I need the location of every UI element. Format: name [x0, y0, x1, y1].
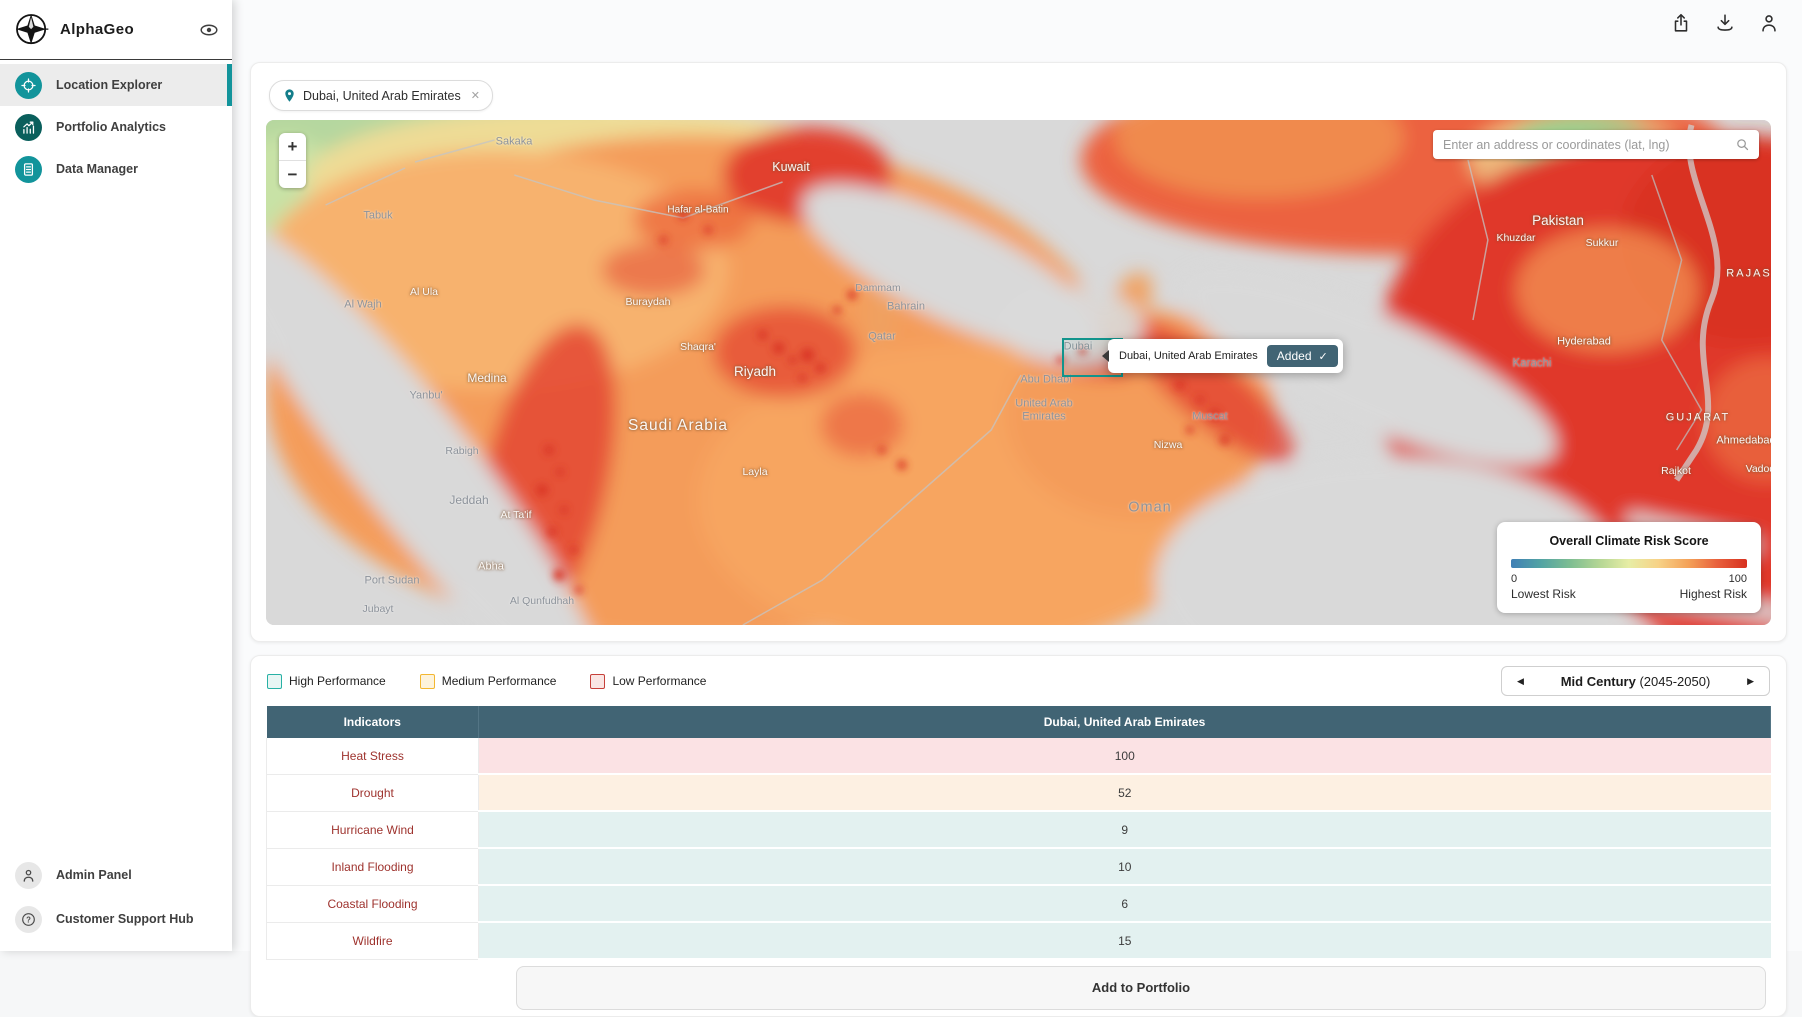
document-icon [15, 155, 42, 183]
low-performance-swatch [590, 673, 606, 689]
indicator-cell: Hurricane Wind [266, 811, 479, 849]
added-button[interactable]: Added ✓ [1266, 345, 1338, 367]
sidebar-item-label: Admin Panel [56, 868, 132, 882]
legend-item-label: Low Performance [612, 674, 707, 688]
risk-score-legend: Overall Climate Risk Score 0 100 Lowest … [1497, 522, 1761, 613]
sidebar-item-label: Location Explorer [56, 78, 163, 92]
table-row: Inland Flooding 10 [266, 848, 1771, 886]
share-icon[interactable] [1670, 12, 1692, 34]
next-period-icon[interactable]: ▶ [1744, 674, 1757, 689]
legend-item-label: High Performance [289, 674, 386, 688]
location-chip[interactable]: Dubai, United Arab Emirates ✕ [269, 80, 493, 111]
value-cell: 52 [478, 774, 1771, 812]
risk-gradient-bar [1511, 559, 1747, 568]
sidebar: AlphaGeo Location Explorer Portfolio Anal… [0, 0, 232, 951]
map-card: Dubai, United Arab Emirates ✕ Sakaka Tab… [250, 62, 1787, 642]
table-row: Wildfire 15 [266, 922, 1771, 960]
download-icon[interactable] [1714, 12, 1736, 34]
logo-row: AlphaGeo [0, 0, 232, 60]
map-canvas[interactable]: Sakaka Tabuk Al Wajh Al Ula Medina Yanbu' Rabi… [266, 120, 1771, 625]
table-header-cell: Indicators [266, 706, 479, 738]
alphageo-logo-icon [16, 13, 51, 44]
legend-min: 0 [1511, 573, 1518, 585]
zoom-in-button[interactable]: + [279, 133, 306, 160]
value-cell: 10 [478, 848, 1771, 886]
user-icon[interactable] [1758, 12, 1780, 34]
person-icon [15, 861, 42, 889]
panel-controls: High Performance Medium Performance Low Pe… [251, 656, 1786, 706]
table-row: Heat Stress 100 [266, 738, 1771, 775]
indicator-cell: Coastal Flooding [266, 885, 479, 923]
medium-performance-swatch [419, 673, 435, 689]
table-row: Coastal Flooding 6 [266, 885, 1771, 923]
indicator-cell: Inland Flooding [266, 848, 479, 886]
indicator-cell: Heat Stress [266, 738, 479, 775]
sidebar-item-portfolio-analytics[interactable]: Portfolio Analytics [0, 106, 232, 148]
check-icon: ✓ [1318, 350, 1328, 363]
analytics-icon [15, 113, 42, 141]
sidebar-item-label: Customer Support Hub [56, 912, 194, 926]
help-icon: ? [15, 905, 42, 933]
legend-max: 100 [1728, 573, 1747, 585]
search-icon[interactable] [1735, 137, 1750, 152]
table-header-cell: Dubai, United Arab Emirates [478, 706, 1771, 738]
eye-icon[interactable] [198, 19, 220, 41]
risk-indicators-table: Indicators Dubai, United Arab Emirates He… [266, 706, 1771, 960]
sidebar-item-customer-support-hub[interactable]: ? Customer Support Hub [0, 897, 232, 941]
legend-item-low-performance[interactable]: Low Performance [590, 673, 707, 689]
globe-icon [15, 71, 42, 99]
sidebar-item-location-explorer[interactable]: Location Explorer [0, 64, 232, 106]
sidebar-item-label: Portfolio Analytics [56, 120, 166, 134]
time-period-selector: ◀ Mid Century (2045-2050) ▶ [1501, 666, 1770, 696]
high-performance-swatch [267, 673, 282, 689]
legend-max-label: Highest Risk [1679, 587, 1747, 601]
location-pin-icon [285, 89, 294, 102]
indicators-panel: High Performance Medium Performance Low Pe… [250, 655, 1787, 1017]
performance-legend: High Performance Medium Performance Low Pe… [267, 673, 707, 689]
time-period-label: Mid Century (2045-2050) [1560, 673, 1711, 689]
header-actions [1670, 12, 1780, 34]
value-cell: 100 [478, 738, 1771, 775]
location-tooltip: Dubai, United Arab Emirates Added ✓ [1102, 339, 1343, 373]
legend-item-high-performance[interactable]: High Performance [267, 673, 386, 689]
legend-min-label: Lowest Risk [1511, 587, 1576, 601]
sidebar-item-admin-panel[interactable]: Admin Panel [0, 853, 232, 897]
table-row: Drought 52 [266, 774, 1771, 812]
value-cell: 9 [478, 811, 1771, 849]
add-to-portfolio-button[interactable]: Add to Portfolio [516, 966, 1766, 1010]
sidebar-footer: Admin Panel? Customer Support Hub [0, 853, 232, 941]
legend-title: Overall Climate Risk Score [1549, 534, 1709, 548]
sidebar-item-data-manager[interactable]: Data Manager [0, 148, 232, 190]
search-input[interactable] [1433, 137, 1735, 152]
svg-text:?: ? [26, 915, 31, 924]
active-indicator-bar [227, 64, 232, 106]
legend-item-medium-performance[interactable]: Medium Performance [419, 673, 557, 689]
tooltip-location-label: Dubai, United Arab Emirates [1119, 350, 1258, 362]
previous-period-icon[interactable]: ◀ [1514, 674, 1527, 689]
legend-item-label: Medium Performance [441, 674, 557, 688]
indicator-cell: Drought [266, 774, 479, 812]
app-title: AlphaGeo [60, 21, 135, 38]
sidebar-item-label: Data Manager [56, 162, 138, 176]
table-row: Hurricane Wind 9 [266, 811, 1771, 849]
zoom-out-button[interactable]: − [279, 161, 306, 188]
main-content: Dubai, United Arab Emirates ✕ Sakaka Tab… [232, 0, 1802, 1017]
sidebar-nav: Location Explorer Portfolio Analytics Data… [0, 64, 232, 190]
value-cell: 15 [478, 922, 1771, 960]
map-search-bar [1433, 130, 1759, 159]
indicator-cell: Wildfire [266, 922, 479, 960]
map-zoom-control: + − [279, 133, 306, 188]
location-chip-label: Dubai, United Arab Emirates [303, 88, 461, 103]
close-icon[interactable]: ✕ [471, 89, 480, 102]
value-cell: 6 [478, 885, 1771, 923]
